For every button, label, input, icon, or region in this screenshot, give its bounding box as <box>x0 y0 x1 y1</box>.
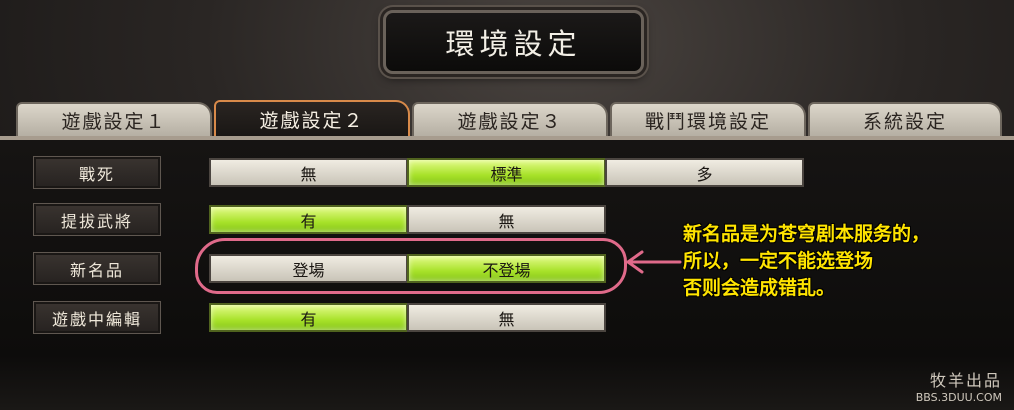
row-label-promote-generals: 提拔武將 <box>33 203 161 236</box>
new-treasures-option-appear[interactable]: 登場 <box>209 254 408 283</box>
watermark-line-1: 牧羊出品 <box>929 371 1002 390</box>
promote-option-no[interactable]: 無 <box>407 205 606 234</box>
promote-option-yes[interactable]: 有 <box>209 205 408 234</box>
annotation-line-1: 新名品是为苍穹剧本服务的， <box>683 223 931 245</box>
tab-bar: 遊戲設定１ 遊戲設定２ 遊戲設定３ 戰鬥環境設定 系統設定 <box>16 100 1002 137</box>
tab-game-settings-2[interactable]: 遊戲設定２ <box>214 100 410 137</box>
tab-game-settings-3[interactable]: 遊戲設定３ <box>412 102 608 137</box>
tab-game-settings-1[interactable]: 遊戲設定１ <box>16 102 212 137</box>
death-option-many[interactable]: 多 <box>605 158 804 187</box>
row-label-death: 戰死 <box>33 156 161 189</box>
row-label-new-treasures: 新名品 <box>33 252 161 285</box>
death-option-standard[interactable]: 標準 <box>407 158 606 187</box>
page-title: 環境設定 <box>445 27 582 61</box>
death-option-none[interactable]: 無 <box>209 158 408 187</box>
in-game-edit-option-no[interactable]: 無 <box>407 303 606 332</box>
row-label-in-game-edit: 遊戲中編輯 <box>33 301 161 334</box>
annotation-arrow-icon <box>626 250 682 274</box>
new-treasures-option-not-appear[interactable]: 不登場 <box>407 254 606 283</box>
tab-battle-environment[interactable]: 戰鬥環境設定 <box>610 102 806 137</box>
annotation-note: 新名品是为苍穹剧本服务的， 所以，一定不能选登场 否则会造成错乱。 <box>683 221 1013 302</box>
tab-system-settings[interactable]: 系統設定 <box>808 102 1002 137</box>
watermark: 牧羊出品 BBS.3DUU.COM <box>916 367 1002 404</box>
in-game-edit-option-yes[interactable]: 有 <box>209 303 408 332</box>
annotation-line-2: 所以，一定不能选登场 <box>683 250 874 272</box>
annotation-line-3: 否则会造成错乱。 <box>683 277 836 299</box>
title-plate: 環境設定 <box>383 10 644 74</box>
watermark-line-2: BBS.3DUU.COM <box>915 391 1002 404</box>
